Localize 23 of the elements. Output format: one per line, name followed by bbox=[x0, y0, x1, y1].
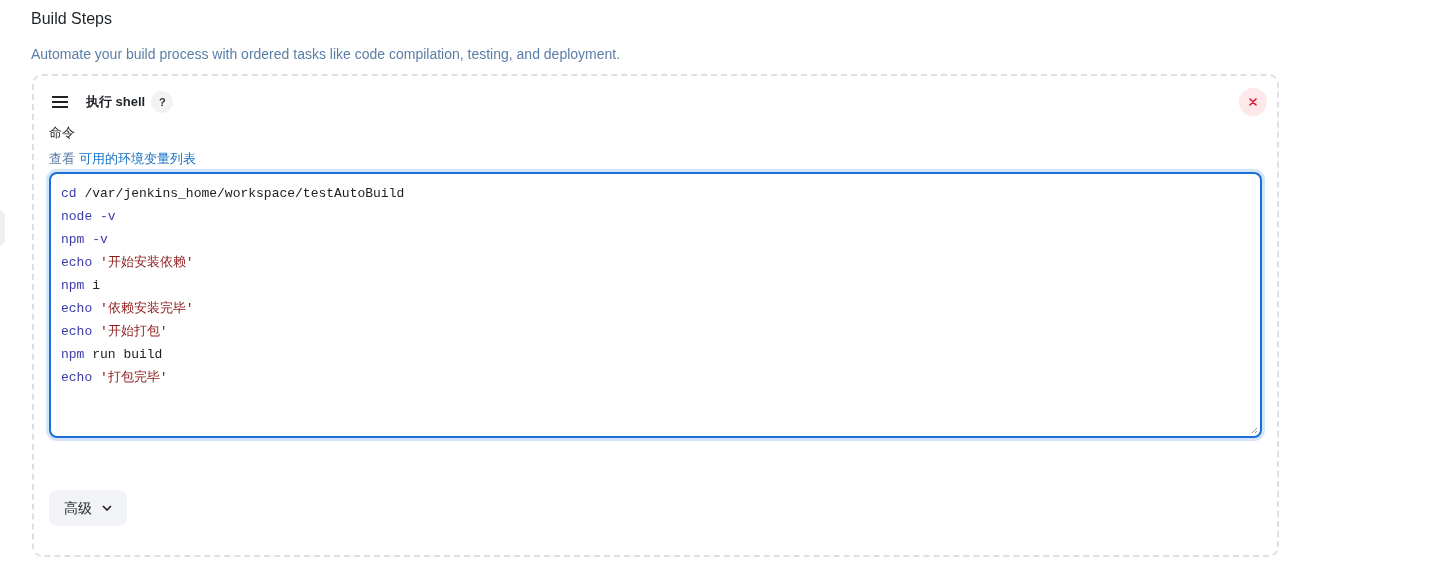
code-line: cd /var/jenkins_home/workspace/testAutoBuild bbox=[61, 185, 405, 203]
script-editor[interactable]: cd /var/jenkins_home/workspace/testAutoBuild node -v npm -v echo '开始安装依赖' npm i echo '依赖安装完毕' echo '开始打包' npm run build echo '打包完毕' bbox=[49, 172, 1262, 438]
close-icon bbox=[1249, 98, 1257, 106]
resize-grip-icon[interactable] bbox=[1251, 427, 1258, 434]
chevron-down-icon bbox=[102, 505, 112, 511]
code-line: echo '开始安装依赖' bbox=[61, 254, 194, 272]
code-line: node -v bbox=[61, 208, 116, 226]
code-line: npm -v bbox=[61, 231, 108, 249]
close-button[interactable] bbox=[1239, 88, 1267, 116]
env-variables-link[interactable]: 可用的环境变量列表 bbox=[79, 150, 196, 168]
section-title: Build Steps bbox=[31, 9, 113, 29]
code-line: npm i bbox=[61, 277, 100, 295]
advanced-button[interactable]: 高级 bbox=[49, 490, 127, 526]
code-line: echo '开始打包' bbox=[61, 323, 168, 341]
help-button[interactable]: ? bbox=[151, 91, 174, 113]
section-description: Automate your build process with ordered tasks like code compilation, testing, and deployment. bbox=[31, 45, 622, 64]
code-line: npm run build bbox=[61, 346, 163, 364]
field-label: 命令 bbox=[49, 124, 76, 142]
menu-icon[interactable] bbox=[52, 96, 68, 108]
code-line: echo '打包完毕' bbox=[61, 369, 168, 387]
code-line: echo '依赖安装完毕' bbox=[61, 300, 194, 318]
step-title: 执行 shell bbox=[86, 93, 146, 112]
hint-text: 查看 bbox=[49, 150, 75, 168]
